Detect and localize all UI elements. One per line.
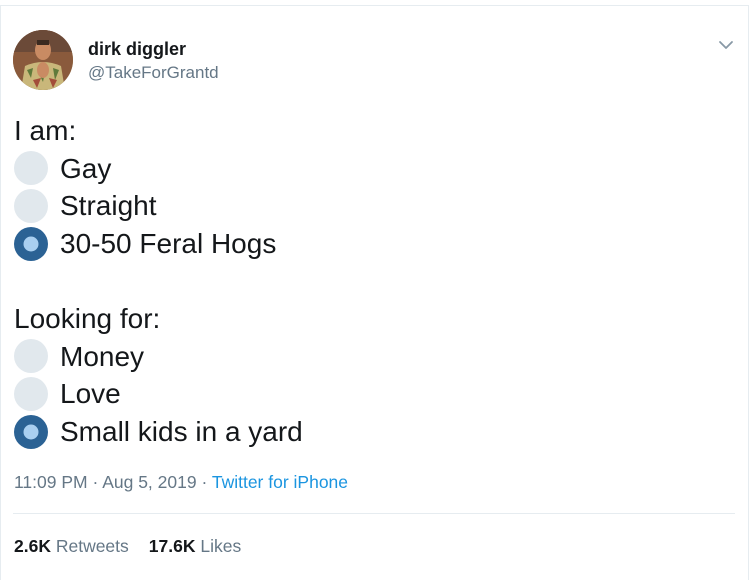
- meta-separator: ·: [196, 472, 212, 492]
- profile-photo: [13, 30, 73, 90]
- option-label: Love: [60, 378, 121, 410]
- divider: [13, 513, 735, 514]
- option-label: Gay: [60, 152, 112, 184]
- likes-count: 17.6K: [148, 536, 196, 556]
- radio-unselected-icon: [14, 188, 48, 223]
- option-label: Straight: [60, 190, 157, 222]
- tweet-time[interactable]: 11:09 PM: [14, 472, 88, 492]
- radio-unselected-icon: [14, 151, 48, 186]
- retweets-count: 2.6K: [14, 536, 51, 556]
- user-handle[interactable]: @TakeForGrantd: [88, 62, 219, 84]
- radio-unselected-icon: [14, 376, 48, 411]
- option-row: Gay: [13, 150, 733, 188]
- meta-separator: ·: [87, 472, 103, 492]
- section-heading-looking-for: Looking for:: [14, 302, 161, 334]
- tweet-text: I am: Gay Straight 30-50 Feral Hogs Look…: [13, 112, 733, 450]
- tweet-source-link[interactable]: Twitter for iPhone: [212, 472, 348, 492]
- tweet-date[interactable]: Aug 5, 2019: [102, 472, 196, 492]
- option-row: Small kids in a yard: [13, 413, 733, 451]
- chevron-down-icon[interactable]: [717, 36, 735, 54]
- retweets-stat[interactable]: 2.6K Retweets: [14, 536, 129, 556]
- display-name[interactable]: dirk diggler: [88, 38, 186, 60]
- tweet-stats: 2.6K Retweets 17.6K Likes: [14, 535, 241, 557]
- option-row: Money: [13, 338, 733, 376]
- option-row: Straight: [13, 187, 733, 225]
- option-row: 30-50 Feral Hogs: [13, 225, 733, 263]
- radio-selected-icon: [14, 226, 48, 261]
- retweets-label: Retweets: [50, 536, 129, 556]
- likes-stat[interactable]: 17.6K Likes: [149, 536, 241, 556]
- option-label: Money: [60, 340, 145, 372]
- radio-selected-icon: [14, 414, 48, 449]
- section-heading-i-am: I am:: [14, 115, 77, 146]
- tweet-meta: 11:09 PM · Aug 5, 2019 · Twitter for iPh…: [14, 471, 348, 493]
- option-label: Small kids in a yard: [60, 415, 303, 447]
- option-label: 30-50 Feral Hogs: [60, 227, 277, 259]
- option-row: Love: [13, 375, 733, 413]
- likes-label: Likes: [195, 536, 242, 556]
- radio-unselected-icon: [14, 339, 48, 374]
- avatar[interactable]: [13, 30, 73, 90]
